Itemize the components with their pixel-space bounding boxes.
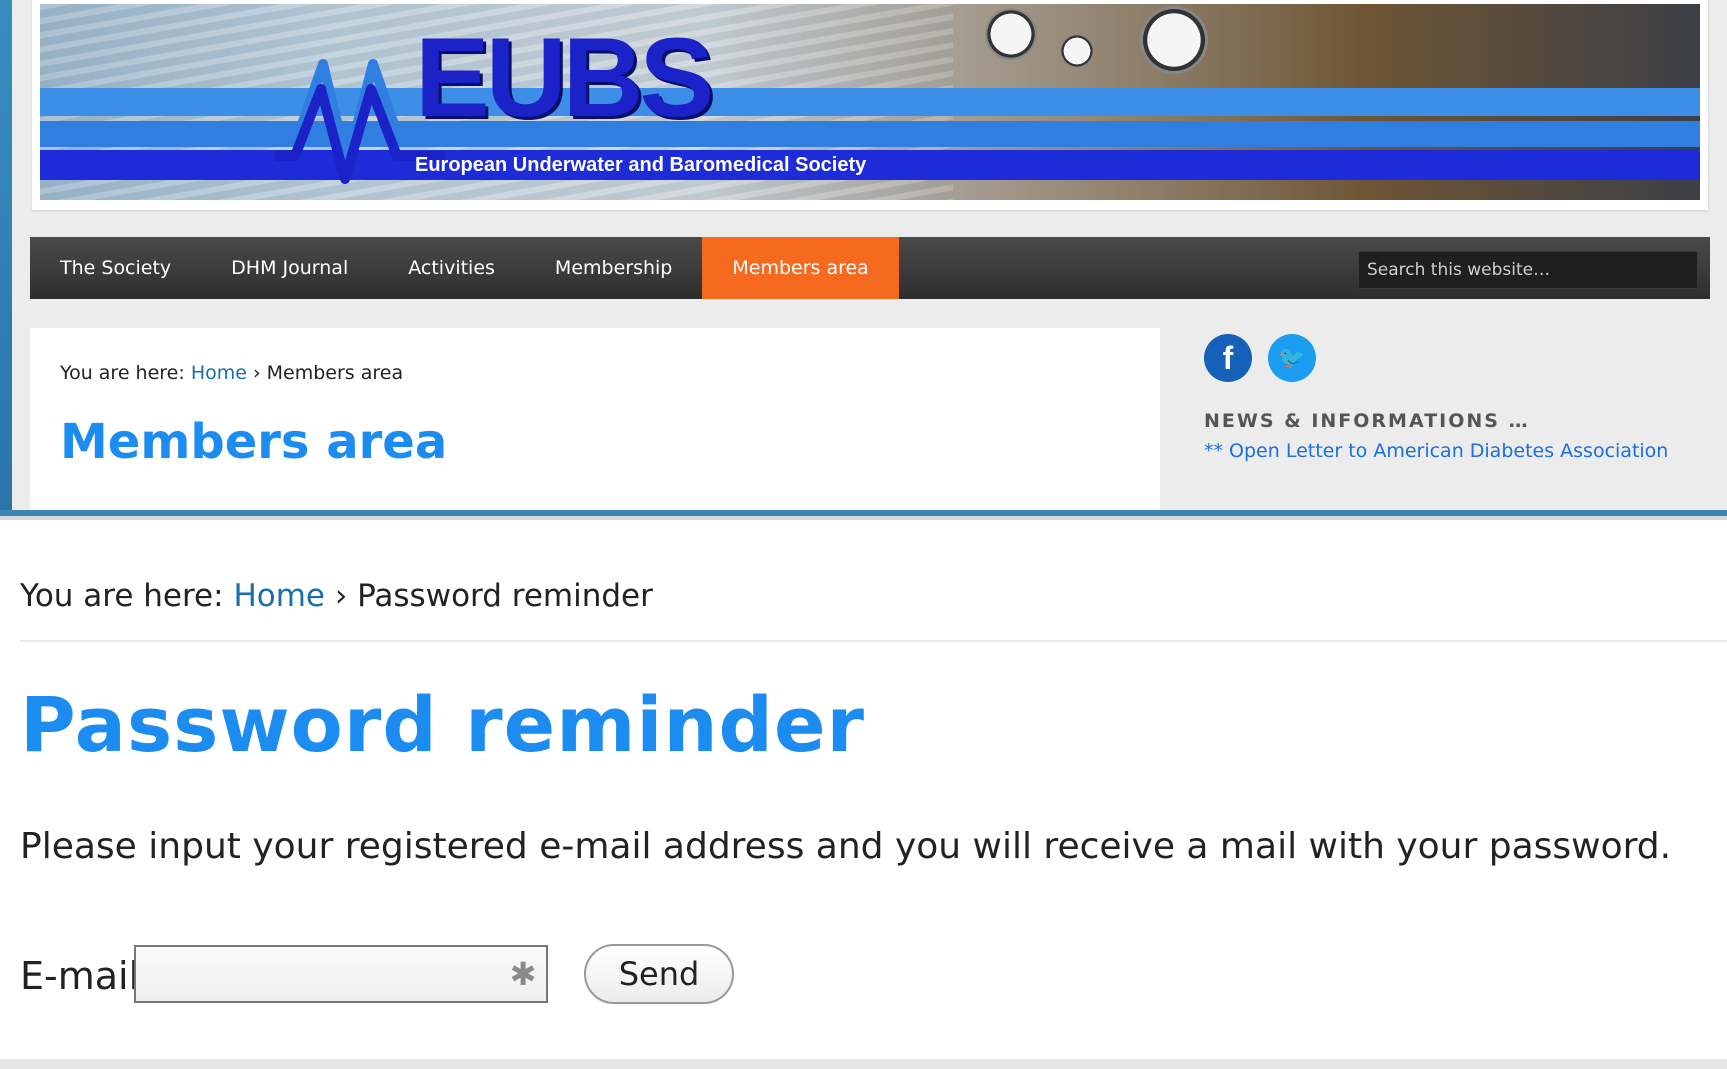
breadcrumb: You are here: Home › Password reminder — [20, 578, 653, 614]
sidebar: f 🐦 NEWS & INFORMATIONS … ** Open Letter… — [1204, 334, 1724, 462]
email-field[interactable] — [136, 947, 546, 1001]
breadcrumb-prefix: You are here: — [20, 578, 224, 614]
gauge-decoration — [985, 8, 1037, 60]
news-link[interactable]: ** Open Letter to American Diabetes Asso… — [1204, 440, 1724, 462]
search-input[interactable] — [1358, 251, 1698, 289]
instructions-text: Please input your registered e-mail addr… — [20, 826, 1672, 867]
breadcrumb: You are here: Home › Members area — [60, 362, 1130, 384]
nav-activities[interactable]: Activities — [378, 237, 525, 299]
gauge-decoration — [1140, 6, 1208, 74]
eubs-logo-text: EUBS — [415, 15, 714, 140]
divider — [20, 640, 1727, 642]
page-title: Members area — [60, 414, 448, 470]
nav-the-society[interactable]: The Society — [30, 237, 201, 299]
members-content-card: You are here: Home › Members area Member… — [30, 328, 1160, 510]
send-button[interactable]: Send — [584, 944, 734, 1004]
email-label: E-mail — [20, 954, 140, 998]
gauge-decoration — [1060, 34, 1094, 68]
email-field-wrapper: ✱ — [134, 945, 548, 1003]
password-reminder-screenshot: You are here: Home › Password reminder P… — [0, 516, 1727, 1069]
social-links: f 🐦 — [1204, 334, 1724, 382]
facebook-icon[interactable]: f — [1204, 334, 1252, 382]
page-title: Password reminder — [20, 680, 865, 769]
society-name: European Underwater and Baromedical Soci… — [415, 154, 867, 176]
breadcrumb-separator: › — [334, 578, 348, 614]
breadcrumb-prefix: You are here: — [60, 362, 185, 384]
site-banner: EUBS European Underwater and Baromedical… — [32, 0, 1708, 210]
bottom-border — [0, 1059, 1727, 1069]
main-navigation: The Society DHM Journal Activities Membe… — [30, 237, 1710, 299]
breadcrumb-current: Members area — [266, 362, 404, 384]
news-heading: NEWS & INFORMATIONS … — [1204, 410, 1530, 432]
breadcrumb-current: Password reminder — [357, 578, 653, 614]
members-area-screenshot: EUBS European Underwater and Baromedical… — [0, 0, 1727, 510]
twitter-icon[interactable]: 🐦 — [1268, 334, 1316, 382]
nav-dhm-journal[interactable]: DHM Journal — [201, 237, 378, 299]
autofill-key-icon[interactable]: ✱ — [506, 958, 540, 993]
page-background: EUBS European Underwater and Baromedical… — [12, 0, 1727, 510]
breadcrumb-separator: › — [252, 362, 261, 384]
nav-membership[interactable]: Membership — [525, 237, 702, 299]
breadcrumb-home-link[interactable]: Home — [191, 362, 247, 384]
nav-members-area[interactable]: Members area — [702, 237, 899, 299]
breadcrumb-home-link[interactable]: Home — [233, 578, 325, 614]
banner-image: EUBS European Underwater and Baromedical… — [40, 4, 1700, 200]
